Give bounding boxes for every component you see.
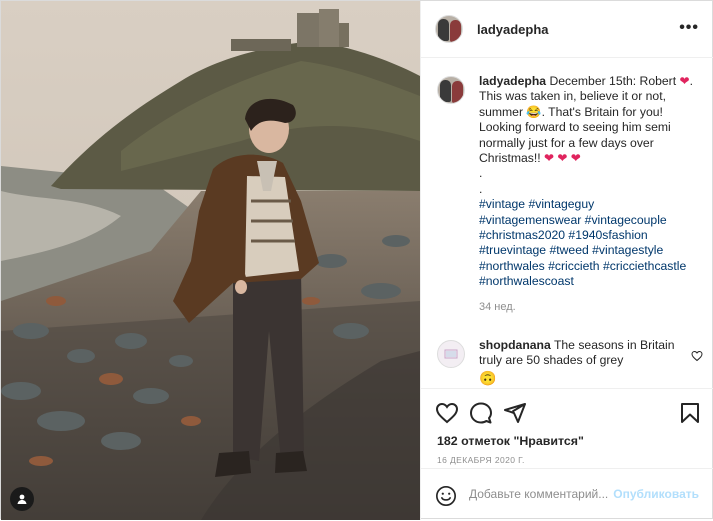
post-photo[interactable] (1, 1, 420, 520)
emoji-smiley-icon[interactable] (435, 485, 457, 507)
post-sidebar: ladyadepha ••• ladyadepha December 15th:… (420, 1, 713, 520)
like-comment-heart-icon[interactable] (691, 350, 703, 362)
caption-dot: . (479, 181, 483, 196)
hashtag-link[interactable]: #vintage #vintageguy (479, 197, 707, 212)
post-dialog: ladyadepha ••• ladyadepha December 15th:… (0, 0, 713, 520)
comment-bubble-icon[interactable] (469, 401, 493, 425)
comments-section: ladyadepha December 15th: Robert ❤. This… (421, 58, 713, 388)
hashtag-link[interactable]: #northwales #criccieth #cricciethcastle (479, 259, 707, 274)
photo-image (1, 1, 420, 520)
post-header: ladyadepha ••• (421, 1, 713, 58)
like-heart-icon[interactable] (435, 401, 459, 425)
caption-dot: . (479, 166, 483, 181)
caption-text-1: December 15th: Robert (549, 74, 677, 88)
commenter-avatar[interactable] (437, 340, 465, 368)
more-horizontal-icon[interactable]: ••• (679, 19, 699, 37)
red-heart-icon: ❤ (679, 74, 690, 88)
user-tag-icon[interactable] (10, 487, 34, 511)
hashtag-link[interactable]: #northwalescoast (479, 274, 707, 289)
caption-avatar[interactable] (437, 76, 465, 104)
caption-time[interactable]: 34 нед. (479, 300, 707, 315)
hashtag-link[interactable]: #truevintage #tweed #vintagestyle (479, 243, 707, 258)
grinning-face-icon: 😂 (526, 104, 542, 119)
caption-username[interactable]: ladyadepha (479, 74, 546, 88)
red-heart-icon: ❤ ❤ ❤ (544, 151, 581, 166)
commenter-username[interactable]: shopdanana (479, 338, 551, 352)
post-date[interactable]: 16 ДЕКАБРЯ 2020 Г. (437, 455, 525, 465)
post-actions: 182 отметок "Нравится" 16 ДЕКАБРЯ 2020 Г… (421, 388, 713, 465)
avatar[interactable] (435, 15, 463, 43)
publish-button[interactable]: Опубликовать (613, 487, 699, 501)
save-bookmark-icon[interactable] (678, 401, 702, 425)
share-paper-plane-icon[interactable] (503, 401, 527, 425)
caption: ladyadepha December 15th: Robert ❤. This… (437, 74, 707, 315)
comment-item: shopdanana The seasons in Britain truly … (437, 338, 707, 387)
shop-logo-icon (444, 349, 458, 359)
likes-count[interactable]: 182 отметок "Нравится" (437, 434, 584, 448)
header-username[interactable]: ladyadepha (477, 22, 549, 37)
add-comment-bar: Опубликовать (421, 468, 713, 521)
hashtag-link[interactable]: #christmas2020 #1940sfashion (479, 228, 707, 243)
person-icon (17, 494, 27, 504)
upside-down-face-icon: 🙃 (479, 369, 497, 386)
hashtag-link[interactable]: #vintagemenswear #vintagecouple (479, 213, 707, 228)
comment-input[interactable] (469, 487, 619, 501)
